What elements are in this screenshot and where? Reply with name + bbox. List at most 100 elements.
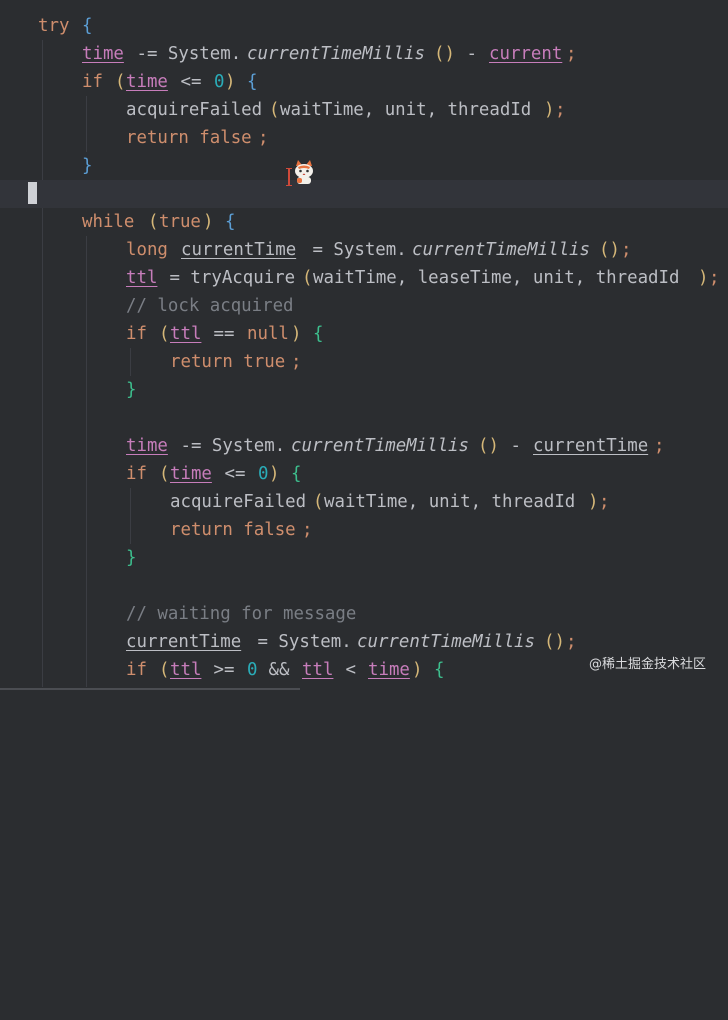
variable: currentTime [181, 240, 297, 260]
parens: () [599, 240, 620, 260]
semicolon: ; [258, 128, 269, 148]
variable: ttl [170, 660, 202, 680]
method-call: currentTimeMillis [247, 44, 425, 64]
method-call: acquireFailed [126, 100, 263, 120]
comment: // lock acquired [126, 296, 294, 316]
variable: time [368, 660, 410, 680]
brace: { [82, 16, 93, 36]
paren: ( [159, 464, 170, 484]
semicolon: ; [654, 436, 665, 456]
brace: } [126, 548, 137, 568]
paren: ( [159, 660, 170, 680]
keyword: null [247, 324, 289, 344]
horizontal-scrollbar[interactable] [0, 687, 728, 692]
code-line: while ( true ) { [0, 208, 728, 236]
paren: ( [115, 72, 126, 92]
brace: { [291, 464, 302, 484]
paren: ( [148, 212, 159, 232]
code-text: -= System. [126, 44, 242, 64]
paren: ( [302, 268, 313, 288]
code-line: if ( time <= 0 ) { [0, 68, 728, 96]
semicolon: ; [302, 520, 313, 540]
arguments: waitTime, leaseTime, unit, threadId [313, 268, 680, 288]
number: 0 [214, 72, 225, 92]
semicolon: ; [709, 268, 720, 288]
operator: <= [170, 72, 212, 92]
paren: ) [412, 660, 423, 680]
parens: () [478, 436, 499, 456]
keyword: if [82, 72, 103, 92]
paren: ) [698, 268, 709, 288]
comment: // waiting for message [126, 604, 357, 624]
code-line: return false ; [0, 124, 728, 152]
code-text: = System. [302, 240, 407, 260]
code-line: // waiting for message [0, 600, 728, 628]
code-line: if ( time <= 0 ) { [0, 460, 728, 488]
paren: ) [225, 72, 236, 92]
operator: <= [214, 464, 256, 484]
semicolon: ; [555, 100, 566, 120]
arguments: waitTime, unit, threadId [280, 100, 532, 120]
keyword: if [126, 660, 147, 680]
code-editor[interactable]: try { time -= System. currentTimeMillis … [0, 0, 728, 692]
brace: { [434, 660, 445, 680]
paren: ( [159, 324, 170, 344]
paren: ) [291, 324, 302, 344]
keyword: if [126, 324, 147, 344]
code-text: - [500, 436, 532, 456]
variable: ttl [302, 660, 334, 680]
code-line: return false ; [0, 516, 728, 544]
method-call: currentTimeMillis [412, 240, 590, 260]
code-line: // lock acquired [0, 292, 728, 320]
variable: time [126, 436, 168, 456]
parens: () [434, 44, 455, 64]
watermark: @稀土掘金技术社区 [588, 657, 706, 672]
code-line: return true ; [0, 348, 728, 376]
keyword: true [159, 212, 201, 232]
variable: current [489, 44, 563, 64]
keyword: while [82, 212, 135, 232]
keyword: try [38, 16, 70, 36]
code-text: -= System. [170, 436, 286, 456]
code-line: acquireFailed ( waitTime, unit, threadId… [0, 488, 728, 516]
code-line: } [0, 376, 728, 404]
keyword: long [126, 240, 168, 260]
method-call: currentTimeMillis [357, 632, 535, 652]
brace: } [126, 380, 137, 400]
paren: ) [588, 492, 599, 512]
brace: { [247, 72, 258, 92]
parens: () [544, 632, 565, 652]
code-line: if ( ttl == null ) { [0, 320, 728, 348]
code-line: } [0, 544, 728, 572]
semicolon: ; [566, 632, 577, 652]
code-line: currentTime = System. currentTimeMillis … [0, 628, 728, 656]
code-line: long currentTime = System. currentTimeMi… [0, 236, 728, 264]
keyword: return false [126, 128, 252, 148]
brace: } [82, 156, 93, 176]
operator: && [258, 660, 300, 680]
paren: ) [203, 212, 214, 232]
number: 0 [247, 660, 258, 680]
code-text: - [456, 44, 488, 64]
variable: ttl [126, 268, 158, 288]
variable: time [126, 72, 168, 92]
semicolon: ; [566, 44, 577, 64]
code-line: } [0, 152, 728, 180]
variable: time [170, 464, 212, 484]
code-line: acquireFailed ( waitTime, unit, threadId… [0, 96, 728, 124]
code-line: try { [0, 12, 728, 40]
cat-mascot-icon [295, 160, 313, 184]
arguments: waitTime, unit, threadId [324, 492, 576, 512]
variable: time [82, 44, 124, 64]
method-call: acquireFailed [170, 492, 307, 512]
code-line: ttl = tryAcquire ( waitTime, leaseTime, … [0, 264, 728, 292]
variable: currentTime [126, 632, 242, 652]
operator: == [203, 324, 245, 344]
number: 0 [258, 464, 269, 484]
paren: ) [269, 464, 280, 484]
variable: ttl [170, 324, 202, 344]
method-call: currentTimeMillis [291, 436, 469, 456]
current-line[interactable] [0, 180, 728, 208]
paren: ) [544, 100, 555, 120]
operator: >= [203, 660, 245, 680]
